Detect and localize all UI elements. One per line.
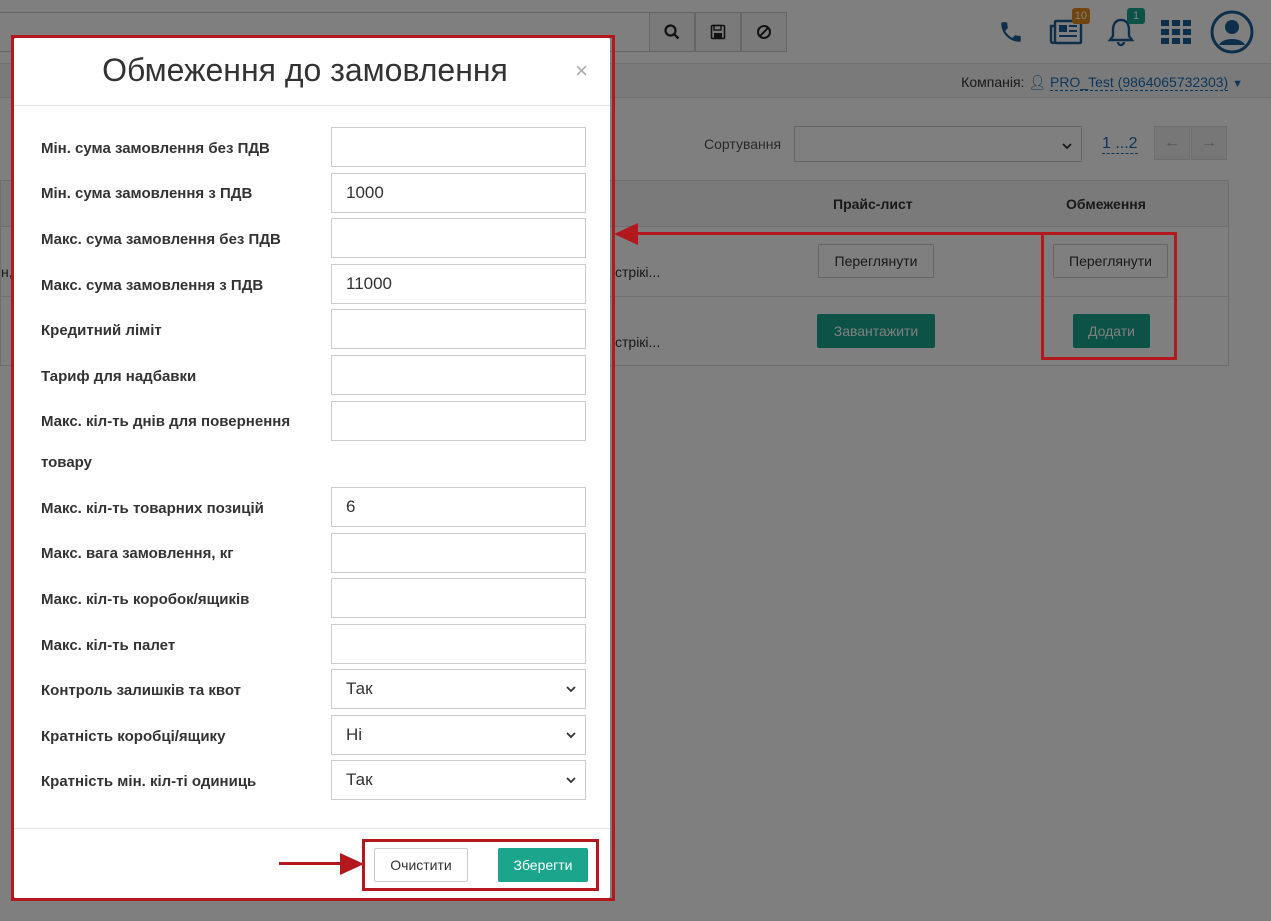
annotation-footer-buttons-box (362, 839, 599, 891)
annotation-arrow-left-icon (614, 223, 638, 245)
annotation-limits-column-box (1041, 232, 1177, 360)
annotation-footer-arrow-line (279, 862, 345, 865)
annotation-modal-frame (11, 35, 615, 901)
annotation-arrow-line (634, 232, 1042, 235)
annotation-arrow-right-icon (340, 853, 364, 875)
